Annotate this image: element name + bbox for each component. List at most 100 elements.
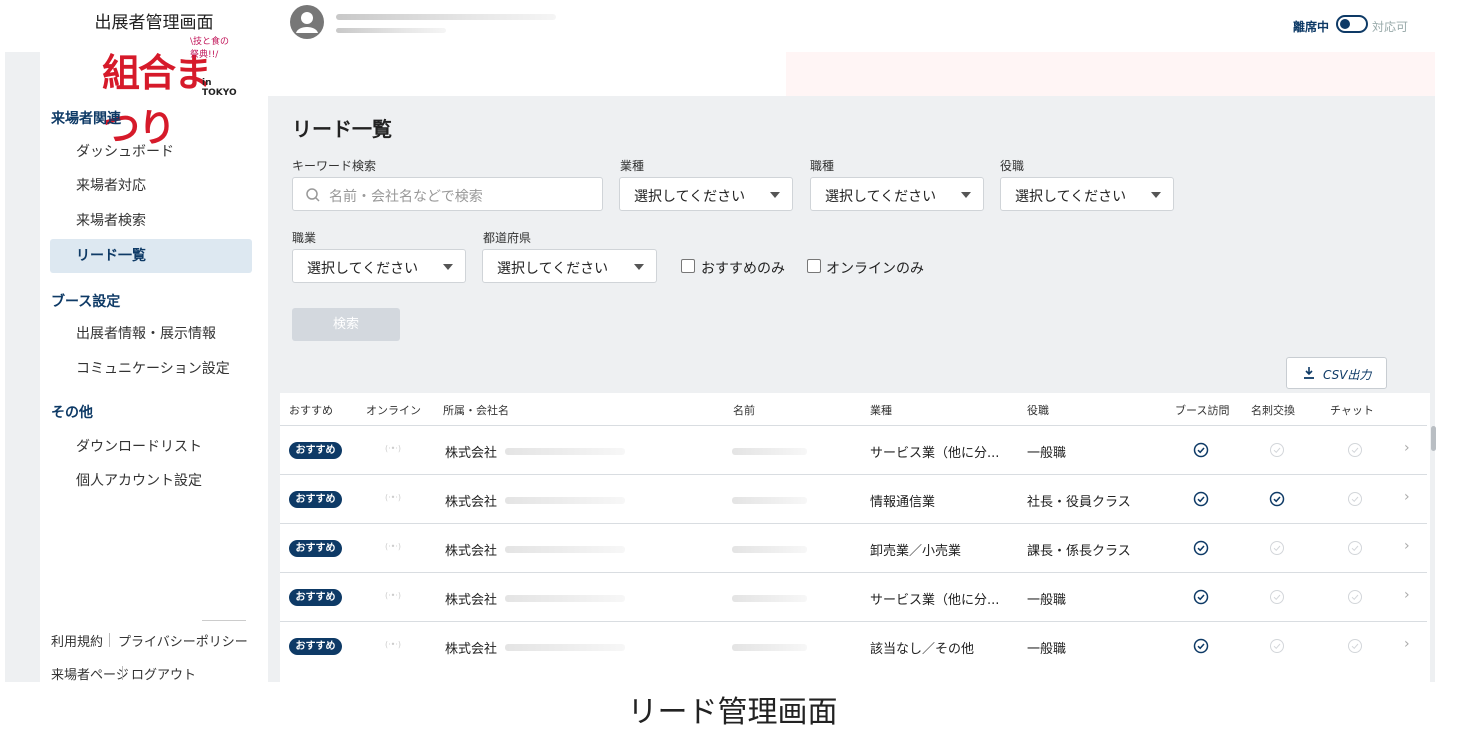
table-row[interactable]: おすすめ (·•·) 株式会社 情報通信業 社長・役員クラス › [280,474,1427,522]
chevron-right-icon[interactable]: › [1404,440,1410,456]
online-status-icon: (·•·) [385,444,402,453]
card-exchange-check-icon [1270,639,1284,653]
position-label: 役職 [1000,159,1025,173]
user-avatar-icon[interactable] [289,4,325,40]
blurred-user-name [336,14,556,20]
blurred-company-name [505,448,625,455]
booth-visit-check-icon [1193,638,1209,654]
column-header-company[interactable]: 所属・会社名 [443,402,509,418]
recommended-only-checkbox[interactable] [681,259,695,273]
sidebar-divider [202,620,246,621]
chevron-right-icon[interactable]: › [1404,538,1410,554]
position-cell: 一般職 [1027,642,1067,657]
table-row[interactable]: おすすめ (·•·) 株式会社 サービス業（他に分... 一般職 › [280,425,1427,473]
company-cell: 株式会社 [445,642,498,657]
sidebar-title: 出展者管理画面 [94,13,214,33]
occupation-select[interactable]: 選択してください [292,249,466,283]
occupation-label: 職業 [292,231,317,245]
csv-export-label: CSV出力 [1323,368,1372,382]
chevron-right-icon[interactable]: › [1404,489,1410,505]
page-title: リード一覧 [292,117,392,141]
status-available-label: 対応可 [1372,20,1409,34]
sidebar-item-download-list[interactable]: ダウンロードリスト [50,430,252,464]
sidebar-item-visitor-response[interactable]: 来場者対応 [50,169,252,203]
chevron-right-icon[interactable]: › [1404,636,1410,652]
table-row[interactable]: おすすめ (·•·) 株式会社 該当なし／その他 一般職 › [280,621,1427,669]
column-header-card-exchange[interactable]: 名刺交換 [1251,402,1295,418]
online-status-icon: (·•·) [385,493,402,502]
industry-label: 業種 [620,159,645,173]
blurred-company-name [505,644,625,651]
table-row[interactable]: おすすめ (·•·) 株式会社 サービス業（他に分... 一般職 › [280,572,1427,620]
logo-tagline: \技と食の祭典!!/ [190,37,230,60]
column-header-name[interactable]: 名前 [733,402,755,418]
booth-visit-check-icon [1193,442,1209,458]
visitor-page-link[interactable]: 来場者ページ [51,664,129,683]
chevron-down-icon [634,264,644,270]
csv-export-button[interactable]: CSV出力 [1286,357,1387,389]
industry-select[interactable]: 選択してください [619,177,793,211]
terms-link[interactable]: 利用規約 [51,631,103,650]
figure-caption: リード管理画面 [627,695,838,730]
sidebar-item-visitor-search[interactable]: 来場者検索 [50,204,252,238]
position-cell: 社長・役員クラス [1027,495,1131,510]
prefecture-label: 都道府県 [483,231,532,245]
position-cell: 課長・係長クラス [1027,544,1131,559]
chat-check-icon [1348,541,1362,555]
industry-cell: サービス業（他に分... [870,593,1000,608]
chat-check-icon [1348,443,1362,457]
chevron-right-icon[interactable]: › [1404,587,1410,603]
sidebar-item-lead-list[interactable]: リード一覧 [50,239,252,273]
blurred-company-name [505,546,625,553]
column-header-booth-visit[interactable]: ブース訪問 [1175,402,1229,418]
industry-cell: 該当なし／その他 [870,642,975,657]
sidebar-item-communication-settings[interactable]: コミュニケーション設定 [50,352,252,386]
download-icon [1304,367,1314,379]
company-cell: 株式会社 [445,593,498,608]
online-only-label[interactable]: オンラインのみ [826,258,924,278]
job-type-label: 職種 [810,159,835,173]
industry-cell: 卸売業／小売業 [870,544,962,559]
position-cell: 一般職 [1027,593,1067,608]
column-header-position[interactable]: 役職 [1027,402,1049,418]
privacy-link[interactable]: プライバシーポリシー [118,631,248,650]
search-button[interactable]: 検索 [292,308,400,341]
online-status-icon: (·•·) [385,542,402,551]
online-status-icon: (·•·) [385,591,402,600]
footer-separator [122,666,123,680]
recommended-only-label[interactable]: おすすめのみ [701,258,785,278]
column-header-industry[interactable]: 業種 [870,402,892,418]
blurred-company-name [505,497,625,504]
occupation-select-value: 選択してください [307,261,419,277]
position-select[interactable]: 選択してください [1000,177,1174,211]
blurred-person-name [732,644,807,651]
table-scrollbar[interactable] [1431,426,1436,451]
blurred-person-name [732,595,807,602]
job-type-select[interactable]: 選択してください [810,177,984,211]
search-placeholder: 名前・会社名などで検索 [329,189,483,205]
nav-section-other: その他 [51,405,93,421]
event-logo[interactable]: 組合まつり \技と食の祭典!!/ in TOKYO [102,32,237,150]
prefecture-select[interactable]: 選択してください [482,249,657,283]
keyword-search-input[interactable]: 名前・会社名などで検索 [292,177,603,211]
header-notice-band [786,52,1435,96]
chevron-down-icon [443,264,453,270]
chat-check-icon [1348,590,1362,604]
recommend-badge: おすすめ [289,589,342,606]
column-header-chat[interactable]: チャット [1330,402,1374,418]
booth-visit-check-icon [1193,589,1209,605]
blurred-company-name [505,595,625,602]
online-only-checkbox[interactable] [807,259,821,273]
position-cell: 一般職 [1027,446,1067,461]
column-header-recommend[interactable]: おすすめ [289,402,333,418]
sidebar-item-exhibitor-info[interactable]: 出展者情報・展示情報 [50,317,252,351]
availability-toggle[interactable] [1336,15,1368,33]
sidebar-item-account-settings[interactable]: 個人アカウント設定 [50,464,252,498]
column-header-online[interactable]: オンライン [366,402,421,418]
sidebar-item-dashboard[interactable]: ダッシュボード [50,135,252,169]
logout-link[interactable]: ログアウト [131,664,196,683]
job-type-select-value: 選択してください [825,189,937,205]
blurred-person-name [732,546,807,553]
table-row[interactable]: おすすめ (·•·) 株式会社 卸売業／小売業 課長・係長クラス › [280,523,1427,571]
company-cell: 株式会社 [445,495,498,510]
